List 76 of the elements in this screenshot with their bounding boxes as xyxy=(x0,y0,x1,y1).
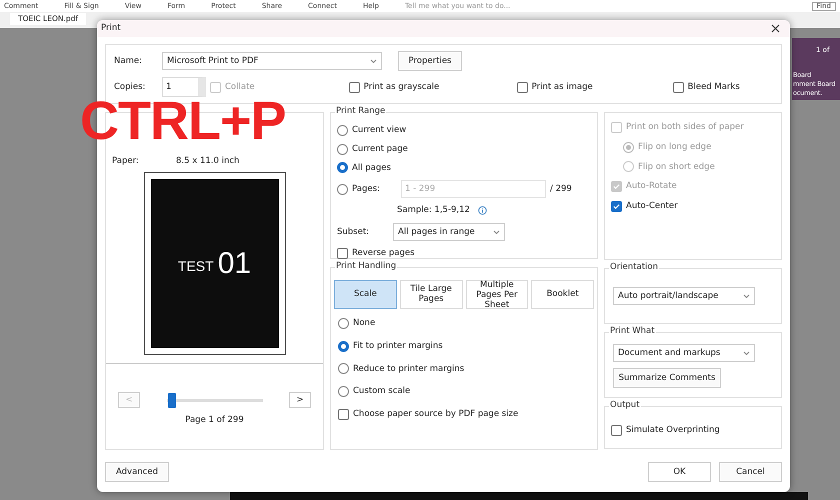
checkbox[interactable] xyxy=(672,82,684,92)
radio-label: All pages xyxy=(352,162,391,174)
radio-button[interactable] xyxy=(337,144,348,155)
field-label: Name: xyxy=(114,54,143,68)
radio-button[interactable] xyxy=(338,340,349,352)
page-label: Page 1 of 299 xyxy=(185,414,244,427)
handling-tab[interactable]: Booklet xyxy=(531,280,594,309)
checkbox[interactable] xyxy=(611,424,622,436)
handling-tab[interactable]: Scale xyxy=(334,280,397,309)
info-icon[interactable] xyxy=(478,206,487,216)
radio-label: Flip on short edge xyxy=(638,160,715,174)
checkbox[interactable] xyxy=(348,82,360,92)
radio-button[interactable] xyxy=(338,363,349,374)
checkbox-label: Choose paper source by PDF page size xyxy=(353,408,518,421)
checkbox-label: Print on both sides of paper xyxy=(626,121,744,134)
button[interactable]: Advanced xyxy=(105,462,169,482)
checkbox[interactable] xyxy=(338,408,349,420)
button[interactable]: > xyxy=(289,392,311,408)
window-title: Print xyxy=(101,22,121,35)
radio-label: Custom scale xyxy=(353,385,410,398)
radio-label: Fit to printer margins xyxy=(353,340,443,352)
slider-thumb[interactable] xyxy=(168,392,176,408)
checkbox-label: Auto-Center xyxy=(626,200,678,213)
radio-button[interactable] xyxy=(338,318,349,329)
cover-number: 01 xyxy=(218,246,252,282)
group-title: Print Handling xyxy=(335,262,398,270)
field-label: Copies: xyxy=(114,80,146,94)
checkbox-label: Print as grayscale xyxy=(364,80,440,94)
button[interactable]: Cancel xyxy=(719,462,782,482)
checkmark-icon xyxy=(613,202,620,210)
checkbox[interactable] xyxy=(611,200,622,212)
radio-label: Flip on long edge xyxy=(638,140,712,154)
checkbox-label: Reverse pages xyxy=(352,247,415,260)
handling-tab[interactable]: Tile Large Pages xyxy=(400,280,462,309)
checkmark-icon xyxy=(613,183,620,190)
dropdown[interactable]: Microsoft Print to PDF xyxy=(162,52,382,70)
checkbox-label: Simulate Overprinting xyxy=(626,424,720,437)
radio-label: Reduce to printer margins xyxy=(353,362,464,376)
handling-tab[interactable]: Multiple Pages Per Sheet xyxy=(466,280,528,309)
chevron-down-icon xyxy=(743,294,750,298)
radio-label: None xyxy=(353,317,376,330)
chevron-down-icon xyxy=(493,230,500,234)
group-title: Output xyxy=(609,401,641,410)
info-value: 8.5 x 11.0 inch xyxy=(176,155,240,168)
radio-label: Current page xyxy=(352,142,408,156)
pages-field[interactable]: 1 - 299 xyxy=(401,180,546,198)
group-title: Print What xyxy=(609,327,656,336)
dropdown[interactable]: Auto portrait/landscape xyxy=(613,287,755,305)
radio-button[interactable] xyxy=(337,124,348,136)
checkbox-label: Print as image xyxy=(532,80,593,94)
cover-title: TEST xyxy=(178,257,214,276)
chevron-down-icon xyxy=(743,350,750,356)
checkbox[interactable] xyxy=(516,82,528,92)
button[interactable]: Properties xyxy=(398,51,462,71)
button[interactable]: Summarize Comments xyxy=(613,368,721,388)
group-title: Print Range xyxy=(335,107,386,116)
checkbox[interactable] xyxy=(337,248,348,259)
field-label: Subset: xyxy=(337,226,370,238)
checkbox-label: Collate xyxy=(225,80,255,94)
page-slider[interactable] xyxy=(166,392,262,408)
checkbox-label: Bleed Marks xyxy=(688,80,740,94)
radio-label: Current view xyxy=(352,124,406,137)
radio-button[interactable] xyxy=(337,184,348,195)
radio-button[interactable] xyxy=(337,162,348,174)
dropdown[interactable]: Document and markups xyxy=(613,344,755,362)
dropdown[interactable]: All pages in range xyxy=(393,223,505,241)
group-title: Orientation xyxy=(609,263,659,272)
chevron-down-icon xyxy=(370,58,377,64)
button[interactable]: OK xyxy=(648,462,711,482)
total-pages: / 299 xyxy=(550,182,572,196)
sample-text: Sample: 1,5-9,12 xyxy=(397,204,470,217)
radio-button[interactable] xyxy=(338,386,349,398)
close-icon[interactable] xyxy=(771,24,780,33)
radio-label: Pages: xyxy=(352,182,380,196)
checkbox-label: Auto-Rotate xyxy=(626,180,677,193)
info-label: Paper: xyxy=(112,155,140,168)
